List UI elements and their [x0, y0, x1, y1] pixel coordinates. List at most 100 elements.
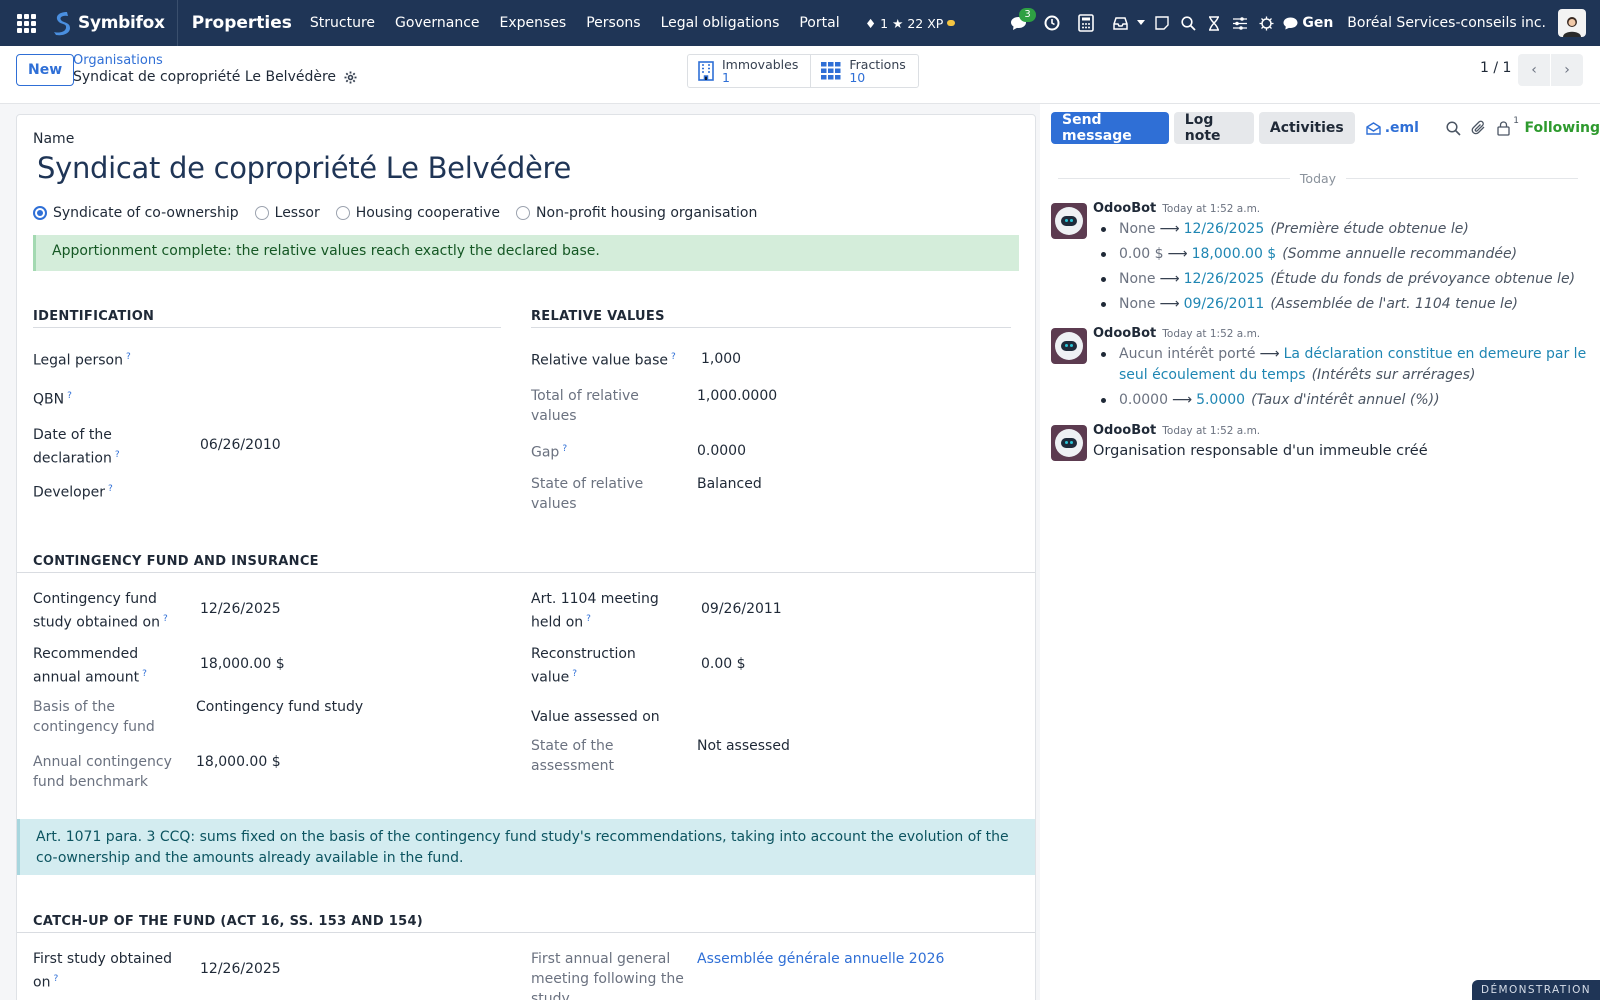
brand-name: Symbifox: [78, 13, 165, 33]
fund-benchmark-label: Annual contingency fund benchmark: [33, 754, 172, 790]
menu-persons[interactable]: Persons: [576, 15, 650, 31]
record-title-input[interactable]: Syndicat de copropriété Le Belvédère: [37, 151, 571, 185]
star-icon: ★: [892, 15, 904, 31]
new-button[interactable]: New: [16, 54, 75, 86]
relative-value-base-input[interactable]: 1,000: [701, 349, 741, 369]
log-note-button[interactable]: Log note: [1173, 112, 1254, 144]
search-icon[interactable]: [1441, 112, 1466, 144]
messaging-icon[interactable]: 3: [1005, 0, 1036, 46]
app-title[interactable]: Properties: [192, 13, 292, 33]
menu-structure[interactable]: Structure: [300, 15, 385, 31]
radio-housing-cooperative[interactable]: Housing cooperative: [335, 205, 501, 221]
smart-immovables-label: Immovables: [722, 57, 799, 72]
xp-level: 1: [880, 15, 889, 31]
organisation-type-radio: Syndicate of co-ownership Lessor Housing…: [33, 205, 773, 221]
first-meeting-label: First annual general meeting following th…: [531, 951, 684, 1000]
radio-housing-cooperative-label: Housing cooperative: [355, 205, 501, 221]
art1104-meeting-label: Art. 1104 meeting held on?: [531, 591, 659, 631]
apportionment-alert: Apportionment complete: the relative val…: [33, 235, 1019, 271]
arrow-right-icon: ⟶: [1259, 346, 1280, 362]
message-header: OdooBot Today at 1:52 a.m.: [1093, 423, 1260, 438]
send-message-button[interactable]: Send message: [1051, 112, 1169, 144]
section-divider: [33, 327, 501, 328]
immovables-smart-button[interactable]: Immovables 1: [688, 55, 810, 87]
following-button[interactable]: Following: [1524, 120, 1600, 136]
contingency-study-label: Contingency fund study obtained on?: [33, 591, 168, 631]
chatter-topbar: Send message Log note Activities .eml 1 …: [1051, 112, 1600, 144]
recommended-amount-label: Recommended annual amount?: [33, 646, 147, 686]
gear-icon[interactable]: [344, 71, 357, 84]
declaration-date-input[interactable]: 06/26/2010: [200, 435, 281, 455]
art1104-meeting-date-input[interactable]: 09/26/2011: [701, 599, 782, 619]
activities-button[interactable]: Activities: [1258, 112, 1355, 144]
odoobot-avatar[interactable]: [1051, 203, 1087, 239]
gap-value: 0.0000: [697, 443, 746, 459]
arrow-right-icon: ⟶: [1167, 246, 1188, 262]
menu-expenses[interactable]: Expenses: [490, 15, 577, 31]
state-relative-values-label: State of relative values: [531, 476, 644, 512]
fractions-smart-button[interactable]: Fractions 10: [810, 55, 917, 87]
bug-icon[interactable]: [1253, 0, 1279, 46]
hourglass-icon[interactable]: [1201, 0, 1227, 46]
contingency-study-date-input[interactable]: 12/26/2025: [200, 599, 281, 619]
tracking-change: 0.00 $ ⟶ 18,000.00 $ (Somme annuelle recomm…: [1099, 244, 1599, 265]
assessment-state-value: Not assessed: [697, 738, 790, 754]
declaration-date-label: Date of the declaration?: [33, 427, 120, 467]
user-avatar[interactable]: [1558, 9, 1586, 37]
note-icon[interactable]: [1149, 0, 1175, 46]
odoobot-avatar[interactable]: [1051, 425, 1087, 461]
pager-counter[interactable]: 1 / 1: [1480, 60, 1511, 76]
reconstruction-value-input[interactable]: 0.00 $: [701, 654, 746, 674]
search-icon[interactable]: [1175, 0, 1201, 46]
xp-indicator[interactable]: ♦ 1 ★ 22 XP: [865, 15, 956, 31]
ai-gen-button[interactable]: Gen: [1283, 15, 1333, 31]
odoobot-avatar[interactable]: [1051, 328, 1087, 364]
calculator-icon[interactable]: [1073, 0, 1099, 46]
radio-non-profit[interactable]: Non-profit housing organisation: [516, 205, 757, 221]
symbifox-logo-icon: [54, 12, 70, 36]
gen-label: Gen: [1302, 15, 1334, 31]
followers-count: 1: [1513, 116, 1520, 126]
inbox-icon[interactable]: [1107, 0, 1133, 46]
sliders-icon[interactable]: [1227, 0, 1253, 46]
recommended-amount-input[interactable]: 18,000.00 $: [200, 654, 285, 674]
tracking-changes: None ⟶ 12/26/2025 (Première étude obtenue l…: [1099, 219, 1599, 319]
radio-button: [335, 206, 350, 220]
arrow-right-icon: ⟶: [1159, 271, 1180, 287]
company-switcher[interactable]: Boréal Services-conseils inc.: [1347, 15, 1546, 31]
breadcrumb-current: Syndicat de copropriété Le Belvédère: [73, 69, 357, 85]
section-divider: [17, 572, 1035, 573]
clock-icon[interactable]: [1039, 0, 1065, 46]
paperclip-icon[interactable]: [1466, 112, 1491, 144]
breadcrumb-organisations[interactable]: Organisations: [73, 54, 357, 68]
catchup-section-title: CATCH-UP OF THE FUND (ACT 16, SS. 153 AN…: [33, 914, 424, 929]
date-separator: Today: [1058, 170, 1578, 186]
message-header: OdooBot Today at 1:52 a.m.: [1093, 326, 1260, 341]
chevron-down-icon[interactable]: [1133, 0, 1149, 46]
arrow-right-icon: ⟶: [1159, 296, 1180, 312]
followers-lock-icon[interactable]: 1: [1491, 112, 1520, 144]
grid-icon: [821, 62, 841, 80]
menu-legal-obligations[interactable]: Legal obligations: [651, 15, 790, 31]
message-header: OdooBot Today at 1:52 a.m.: [1093, 201, 1260, 216]
message-author[interactable]: OdooBot: [1093, 326, 1156, 341]
first-meeting-link[interactable]: Assemblée générale annuelle 2026: [697, 949, 944, 969]
first-study-date-input[interactable]: 12/26/2025: [200, 959, 281, 979]
tracking-change: 0.0000 ⟶ 5.0000 (Taux d'intérêt annuel (%)): [1099, 390, 1599, 411]
radio-syndicate[interactable]: Syndicate of co-ownership: [33, 205, 239, 221]
radio-lessor[interactable]: Lessor: [254, 205, 320, 221]
menu-governance[interactable]: Governance: [385, 15, 489, 31]
apps-menu-icon[interactable]: [0, 0, 52, 46]
pager-previous-icon[interactable]: ‹: [1518, 54, 1550, 86]
message-author[interactable]: OdooBot: [1093, 201, 1156, 216]
messages-count-badge: 3: [1019, 8, 1036, 22]
chatter-message: OdooBot Today at 1:52 a.m. Organisation …: [1051, 423, 1591, 465]
eml-button[interactable]: .eml: [1360, 112, 1425, 144]
message-author[interactable]: OdooBot: [1093, 423, 1156, 438]
pager-next-icon[interactable]: ›: [1551, 54, 1583, 86]
tracking-change: None ⟶ 09/26/2011 (Assemblée de l'art. 1104…: [1099, 294, 1599, 315]
menu-portal[interactable]: Portal: [789, 15, 849, 31]
tracking-change: Aucun intérêt porté ⟶ La déclaration const…: [1099, 344, 1599, 386]
smart-fractions-value: 10: [849, 70, 866, 85]
brand[interactable]: Symbifox: [52, 0, 178, 46]
